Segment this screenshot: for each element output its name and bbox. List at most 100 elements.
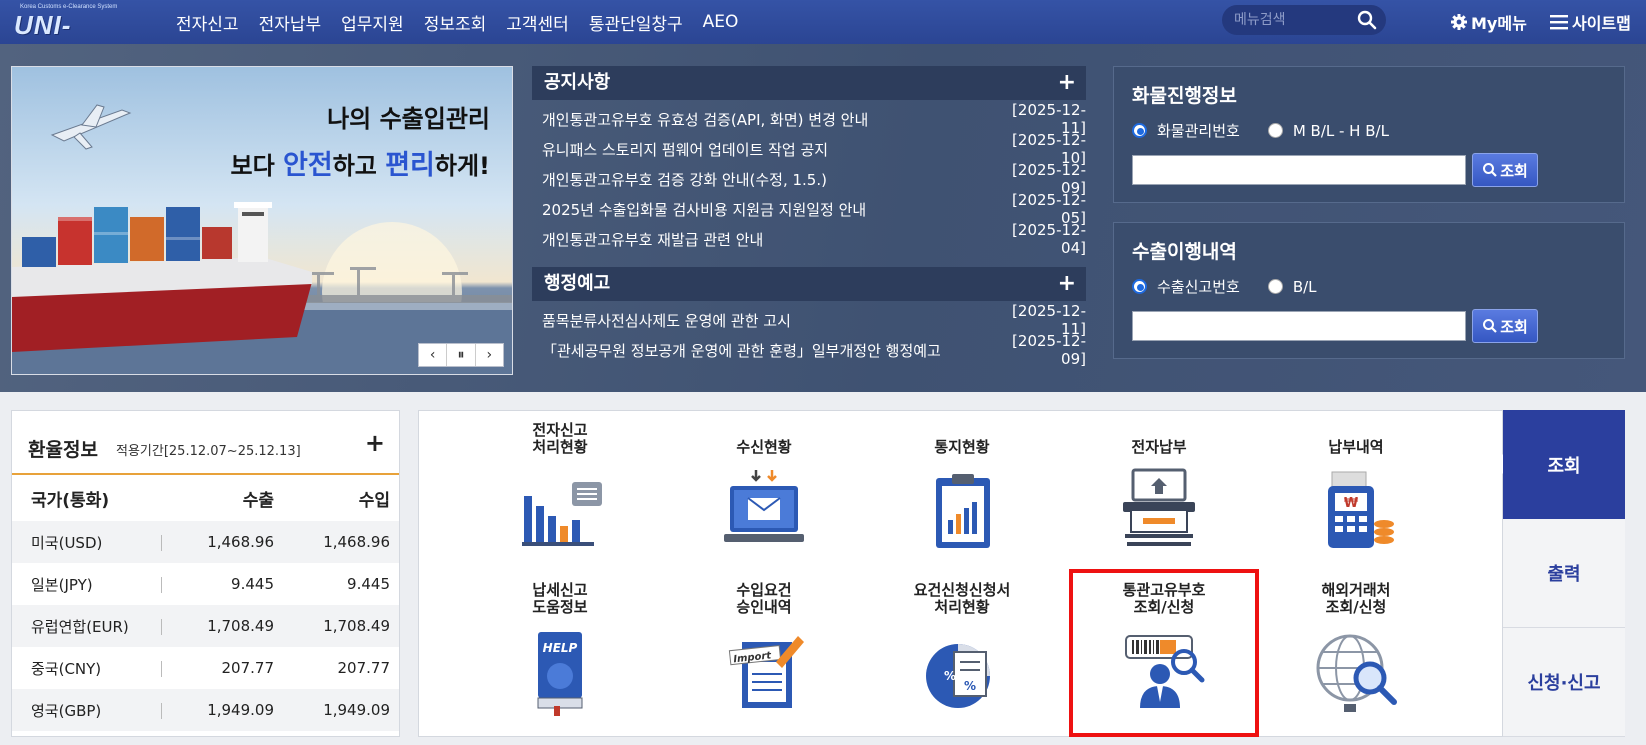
service-payment-history[interactable]: 납부내역 ₩ (1271, 420, 1441, 562)
menu-item-business-support[interactable]: 업무지원 (341, 10, 404, 35)
menu-search-box (1222, 5, 1386, 35)
banner-pause-button[interactable]: ⏸ (447, 344, 476, 366)
cargo-number-input[interactable] (1132, 155, 1466, 185)
column-header-export: 수출 (242, 490, 274, 511)
radio-mbl-hbl[interactable]: M B/L - H B/L (1267, 122, 1389, 140)
country-cell: 영국(GBP) (31, 701, 102, 720)
import-document-icon: Import (728, 636, 804, 708)
unipass-logo[interactable]: Korea Customs e-Clearance System UNI-PAS… (12, 4, 137, 71)
service-label: 납부내역 (1328, 438, 1384, 456)
banner-text-part: 보다 (230, 152, 283, 180)
tab-application[interactable]: 신청·신고 (1503, 628, 1625, 737)
table-row: 미국(USD) 1,468.96 1,468.96 (12, 521, 399, 563)
menu-item-customer-center[interactable]: 고객센터 (506, 10, 569, 35)
menu-item-info-inquiry[interactable]: 정보조회 (424, 10, 487, 35)
notice-item[interactable]: 2025년 수출입화물 검사비용 지원금 지원일정 안내 [2025-12-05] (532, 191, 1086, 227)
exchange-period: 적용기간[25.12.07~25.12.13] (116, 444, 301, 459)
banner-text-part: 하고 (332, 152, 386, 180)
exchange-more-button[interactable]: + (365, 429, 385, 457)
admin-notice-item[interactable]: 품목분류사전심사제도 운영에 관한 고시 [2025-12-11] (532, 302, 1086, 338)
service-requirement-application-status[interactable]: 요건신청신청서 처리현황 % % (877, 580, 1047, 722)
radio-label: 수출신고번호 (1157, 278, 1240, 296)
service-e-filing-status[interactable]: 전자신고 처리현황 (475, 420, 645, 562)
menu-item-e-payment[interactable]: 전자납부 (259, 10, 322, 35)
export-rate-cell: 9.445 (231, 575, 274, 593)
menu-item-single-window[interactable]: 통관단일창구 (589, 10, 683, 35)
export-rate-cell: 207.77 (221, 659, 275, 677)
menu-item-aeo[interactable]: AEO (703, 12, 739, 32)
notice-item[interactable]: 개인통관고유부호 재발급 관련 안내 [2025-12-04] (532, 221, 1086, 257)
service-notification-status[interactable]: 통지현황 (877, 420, 1047, 562)
radio-cargo-mgmt-no[interactable]: 화물관리번호 (1132, 120, 1240, 141)
help-book-icon: HELP (537, 632, 583, 716)
notice-item[interactable]: 유니패스 스토리지 펌웨어 업데이트 작업 공지 [2025-12-10] (532, 131, 1086, 167)
service-import-approval[interactable]: 수입요건 승인내역 Import (679, 580, 849, 722)
admin-notice-item-title: 「관세공무원 정보공개 운영에 관한 훈령」일부개정안 행정예고 (542, 341, 941, 360)
table-row: 중국(CNY) 207.77 207.77 (12, 647, 399, 689)
payment-terminal-icon: ₩ (1328, 471, 1394, 548)
promo-banner[interactable]: 나의 수출입관리 보다 안전하고 편리하게! ‹ ⏸ › (11, 66, 513, 375)
menu-search-input[interactable] (1234, 10, 1352, 30)
search-icon[interactable] (1356, 9, 1378, 31)
banner-controls: ‹ ⏸ › (418, 343, 504, 367)
globe-search-icon (1316, 634, 1397, 712)
export-history-title: 수출이행내역 (1132, 241, 1237, 263)
exchange-header: 환율정보 적용기간[25.12.07~25.12.13] + (12, 411, 399, 475)
notice-item-title: 2025년 수출입화물 검사비용 지원금 지원일정 안내 (542, 200, 867, 219)
radio-label: 화물관리번호 (1157, 122, 1240, 140)
percent-document-icon: % % (926, 644, 990, 708)
admin-notice-item-date: [2025-12-09] (1012, 332, 1086, 368)
tab-inquiry[interactable]: 조회 (1493, 410, 1625, 519)
service-receipt-status[interactable]: 수신현황 (679, 420, 849, 562)
top-navigation-bar: Korea Customs e-Clearance System UNI-PAS… (0, 0, 1646, 71)
svg-text:₩: ₩ (1344, 496, 1359, 511)
exchange-table-header: 국가(통화) 수출 수입 (12, 475, 399, 521)
cargo-search-button[interactable]: 조회 (1472, 153, 1538, 187)
notice-item[interactable]: 개인통관고유부호 검증 강화 안내(수정, 1.5.) [2025-12-09] (532, 161, 1086, 197)
radio-bl[interactable]: B/L (1267, 278, 1317, 296)
main-menu: 전자신고 전자납부 업무지원 정보조회 고객센터 통관단일창구 AEO (176, 0, 758, 44)
svg-text:HELP: HELP (543, 641, 578, 655)
service-label: 전자납부 (1131, 438, 1187, 456)
service-label: 전자신고 처리현황 (532, 421, 588, 456)
sitemap-link[interactable]: 사이트맵 (1550, 10, 1631, 34)
admin-notice-more-button[interactable]: + (1058, 267, 1076, 301)
country-cell: 미국(USD) (31, 533, 103, 552)
menu-item-e-filing[interactable]: 전자신고 (176, 10, 239, 35)
export-number-input[interactable] (1132, 311, 1466, 341)
service-label: 통지현황 (934, 438, 990, 456)
column-header-country: 국가(통화) (31, 490, 110, 511)
table-row: 유럽연합(EUR) 1,708.49 1,708.49 (12, 605, 399, 647)
notice-title: 공지사항 (544, 72, 611, 93)
notice-item[interactable]: 개인통관고유부호 유효성 검증(API, 화면) 변경 안내 [2025-12-1… (532, 101, 1086, 137)
exchange-rate-panel: 환율정보 적용기간[25.12.07~25.12.13] + 국가(통화) 수출… (11, 410, 400, 737)
country-cell: 유럽연합(EUR) (31, 617, 129, 636)
search-icon (1483, 319, 1497, 333)
admin-notice-item[interactable]: 「관세공무원 정보공개 운영에 관한 훈령」일부개정안 행정예고 [2025-12… (532, 332, 1086, 368)
notice-item-title: 개인통관고유부호 유효성 검증(API, 화면) 변경 안내 (542, 110, 869, 129)
cargo-progress-panel: 화물진행정보 화물관리번호 M B/L - H B/L 조회 (1113, 66, 1625, 203)
admin-notice-board: 행정예고 + 품목분류사전심사제도 운영에 관한 고시 [2025-12-11] … (532, 267, 1086, 368)
service-label: 해외거래처 조회/신청 (1321, 581, 1391, 616)
banner-next-button[interactable]: › (476, 344, 503, 366)
search-icon (1483, 163, 1497, 177)
service-e-payment[interactable]: 전자납부 (1074, 420, 1244, 562)
radio-unselected-icon (1267, 123, 1283, 138)
service-label: 수신현황 (736, 438, 792, 456)
export-search-button[interactable]: 조회 (1472, 309, 1538, 343)
import-rate-cell: 1,708.49 (323, 617, 390, 635)
bar-chart-icon (522, 482, 602, 546)
radio-export-decl-no[interactable]: 수출신고번호 (1132, 276, 1240, 297)
service-tax-help[interactable]: 납세신고 도움정보 HELP (475, 580, 645, 722)
notice-header: 공지사항 + (532, 66, 1086, 100)
tab-print[interactable]: 출력 (1503, 519, 1625, 628)
banner-prev-button[interactable]: ‹ (419, 344, 448, 366)
my-menu-link[interactable]: My메뉴 (1450, 10, 1527, 34)
country-cell: 일본(JPY) (31, 575, 93, 594)
svg-text:%: % (944, 669, 956, 683)
notice-more-button[interactable]: + (1058, 66, 1076, 100)
radio-selected-icon (1132, 279, 1147, 294)
import-rate-cell: 9.445 (347, 575, 390, 593)
service-overseas-partner-inquiry[interactable]: 해외거래처 조회/신청 (1271, 580, 1441, 722)
admin-notice-item-title: 품목분류사전심사제도 운영에 관한 고시 (542, 311, 791, 330)
